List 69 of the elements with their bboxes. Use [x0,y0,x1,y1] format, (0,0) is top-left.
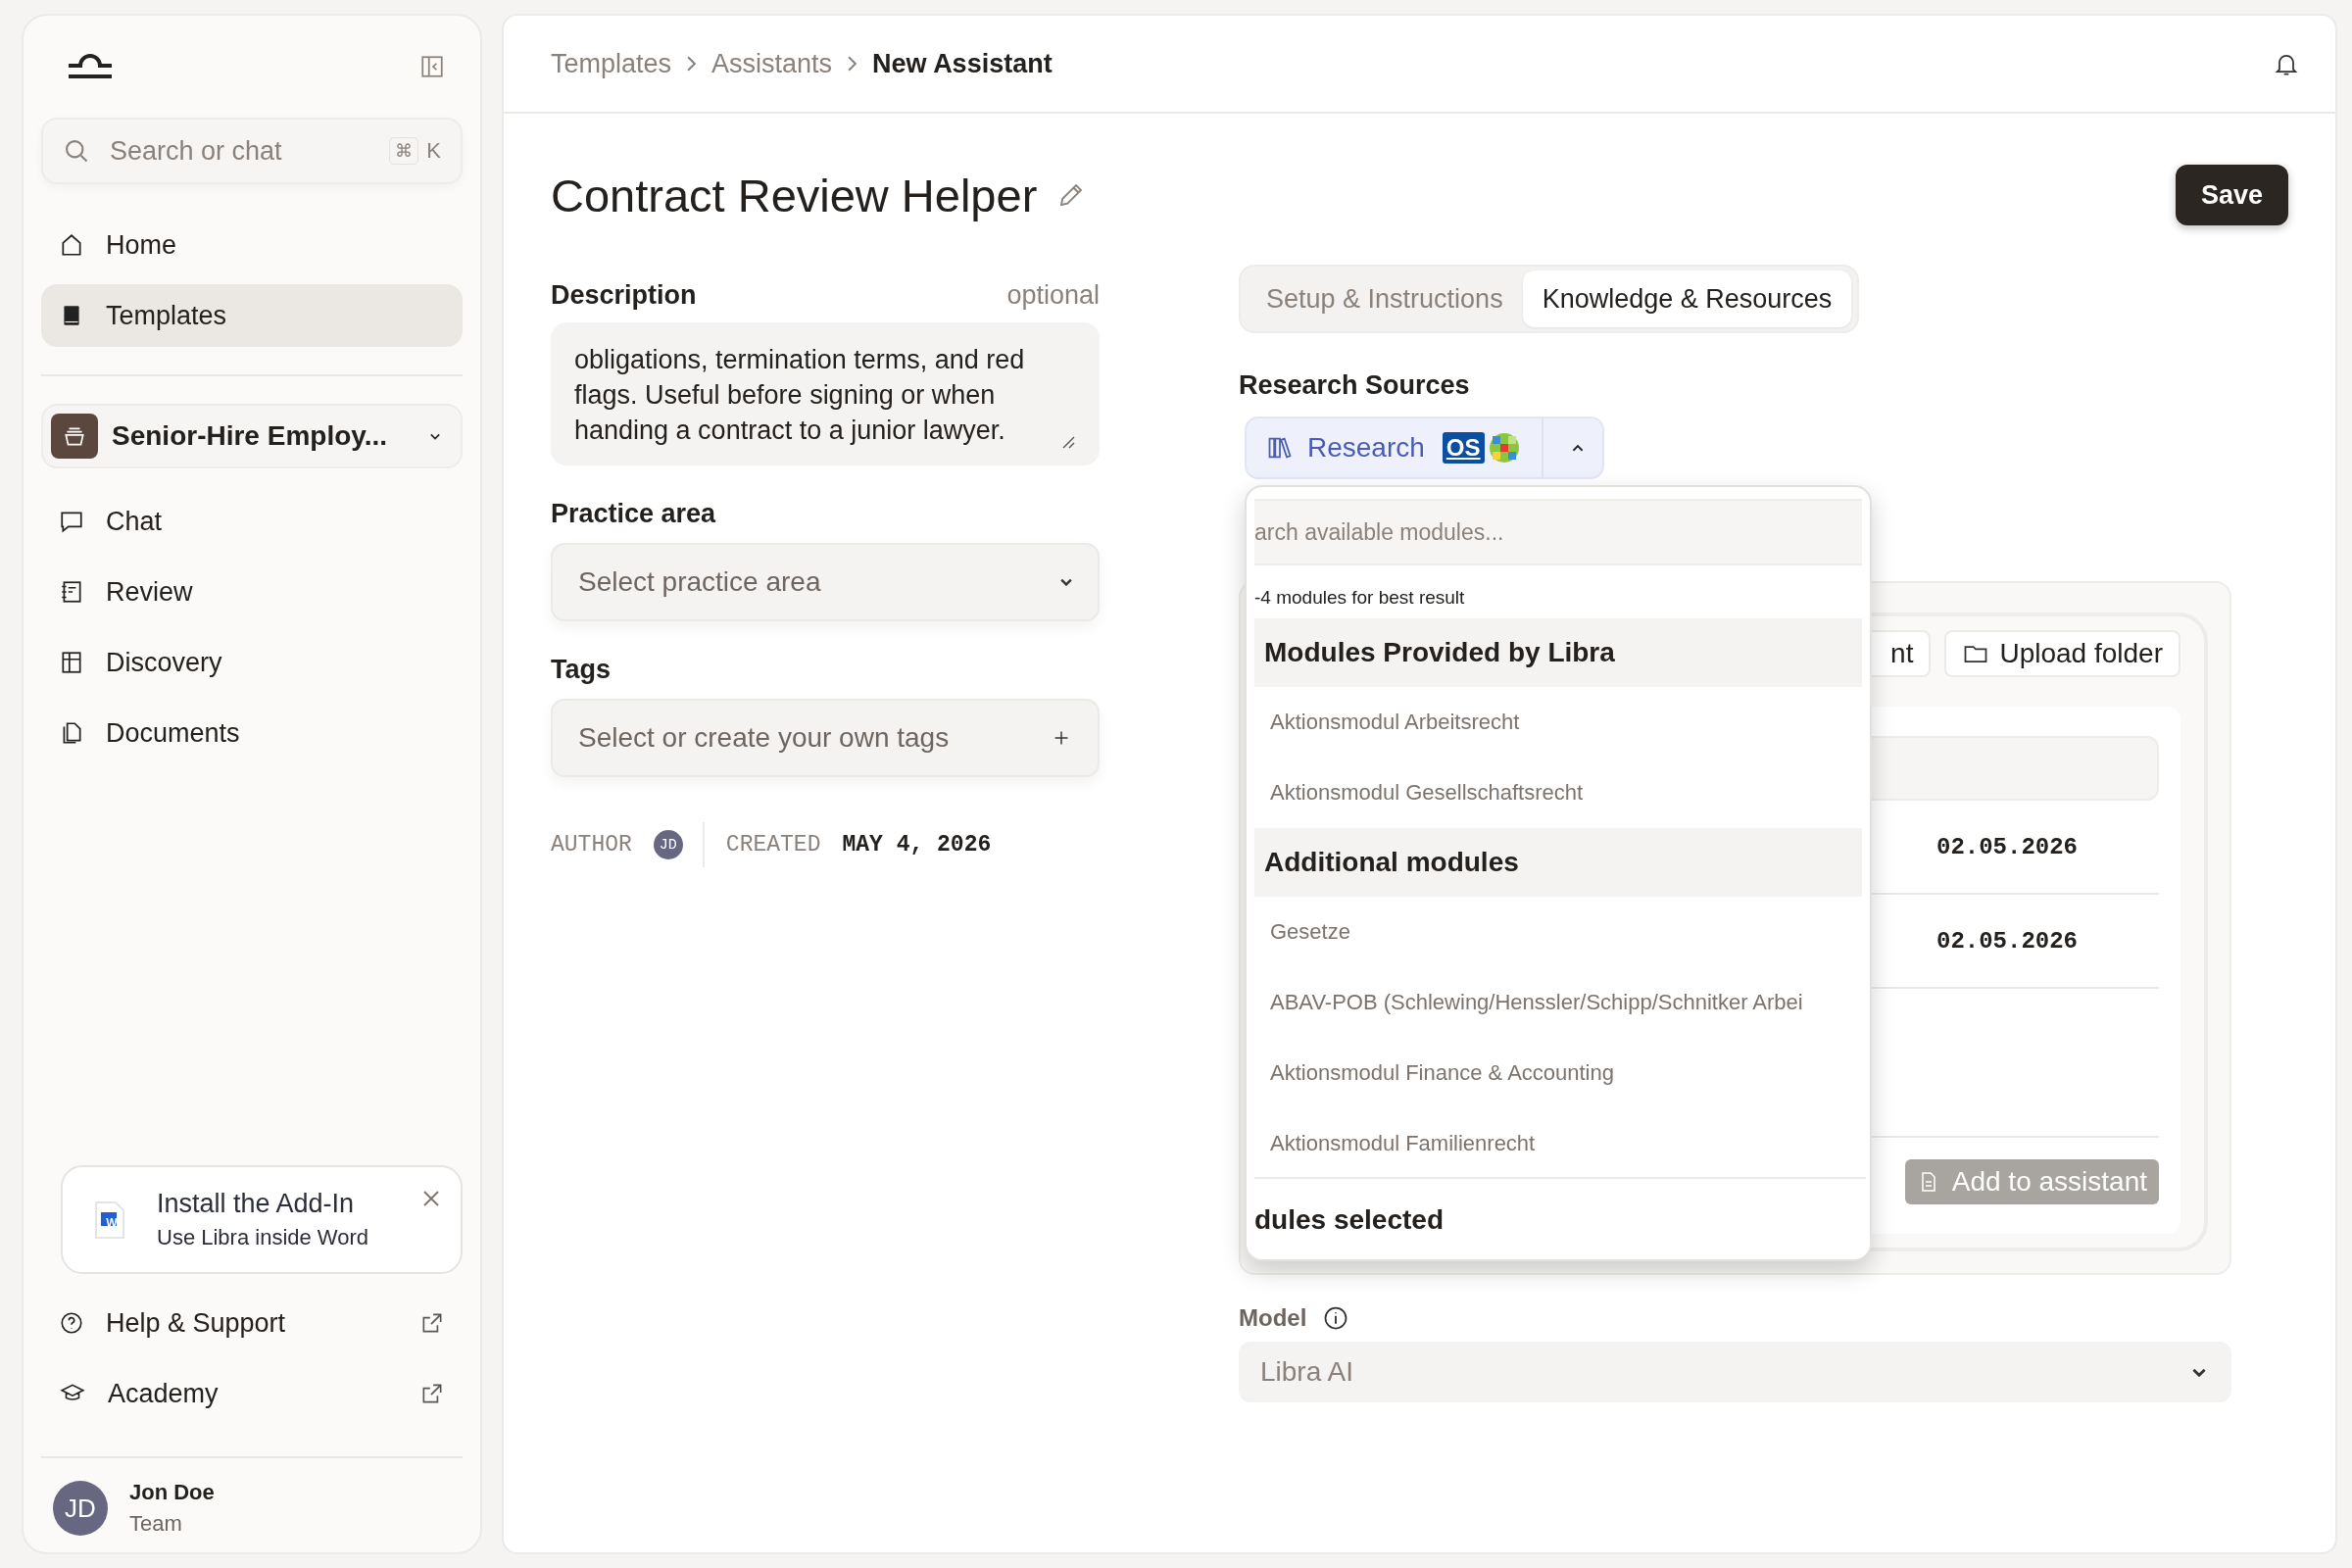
research-button[interactable]: Research OS [1245,416,1604,479]
optional-hint: optional [1006,280,1100,311]
created-date: MAY 4, 2026 [842,832,992,858]
resize-handle-icon [1060,434,1076,450]
search-field[interactable]: Search or chat ⌘ K [41,118,463,184]
sidebar-collapse-icon[interactable] [419,54,445,79]
module-option[interactable]: Gesetze [1254,897,1866,967]
author-avatar: JD [653,830,683,859]
module-option[interactable]: ABAV-POB (Schlewing/Henssler/Schipp/Schnitker Arbei [1254,967,1866,1038]
chevron-down-icon [1060,578,1072,586]
search-icon [63,137,90,165]
shortcut-key: ⌘ [389,137,419,165]
group-header: Additional modules [1254,828,1862,897]
user-role: Team [129,1511,183,1537]
breadcrumb-link[interactable]: Assistants [711,48,833,79]
created-label: CREATED [725,832,821,858]
module-search-field[interactable]: arch available modules... [1254,499,1862,565]
description-field[interactable]: obligations, termination terms, and red flags. Useful before signing or when handing a contract to a junior lawyer. [551,322,1100,466]
chevron-down-icon [2192,1367,2206,1377]
addin-title: Install the Add-In [157,1189,356,1219]
breadcrumb-link[interactable]: Templates [551,48,672,79]
chevron-right-icon [848,56,858,72]
pixel-globe-icon [1488,432,1520,464]
nav-item[interactable]: Chat [41,490,463,553]
upload-button[interactable]: Upload folder [1944,630,2180,677]
field-label: Model [1239,1304,1307,1332]
table-cell: 02.05.2026 [1936,833,2079,860]
shortcut-letter: K [426,138,441,164]
sidebar-link[interactable]: Academy [41,1358,463,1429]
table-cell: 02.05.2026 [1936,927,2079,955]
author-label: AUTHOR [551,832,632,858]
page-title: Contract Review Helper [551,168,1038,222]
workspace-select[interactable]: Senior-Hire Employ... [41,404,463,468]
selected-count: dules selected [1254,1177,1866,1236]
user-avatar: JD [53,1481,108,1536]
section-title: Research Sources [1239,370,1470,401]
addin-subtitle: Use Libra inside Word [157,1225,369,1250]
nav-item[interactable]: Documents [41,702,463,764]
field-label: Tags [551,655,611,685]
tags-field[interactable]: Select or create your own tags [551,699,1100,777]
os-logo: OS [1442,432,1485,464]
practice-area-select[interactable]: Select practice area [551,543,1100,621]
nav-item[interactable]: Review [41,561,463,623]
dropdown-hint: -4 modules for best result [1254,586,1466,610]
nav-item[interactable]: Home [41,214,463,276]
archive-icon [51,414,98,459]
nav-item[interactable]: Templates [41,284,463,347]
search-placeholder: Search or chat [110,135,283,167]
sidebar-link[interactable]: Help & Support [41,1288,463,1358]
field-label: Practice area [551,499,716,529]
chat-icon [59,509,84,534]
breadcrumb-link[interactable]: New Assistant [872,48,1053,79]
notebook-icon [59,579,84,605]
nav-item[interactable]: Discovery [41,631,463,694]
word-file-icon [94,1200,125,1240]
home-icon [59,232,84,258]
table-icon [59,650,84,675]
module-option[interactable]: Aktionsmodul Finance & Accounting [1254,1038,1866,1108]
logo-icon [67,52,114,81]
module-option[interactable]: Aktionsmodul Gesellschaftsrecht [1254,758,1866,828]
save-button[interactable]: Save [2175,165,2288,225]
module-option[interactable]: Aktionsmodul Familienrecht [1254,1108,1866,1179]
help-icon [59,1310,84,1336]
user-name: Jon Doe [129,1480,215,1505]
field-label: Description [551,280,697,311]
module-option[interactable]: Aktionsmodul Arbeitsrecht [1254,687,1866,758]
group-header: Modules Provided by Libra [1254,618,1862,687]
tab[interactable]: Knowledge & Resources [1522,270,1852,327]
chevron-right-icon [687,56,697,72]
